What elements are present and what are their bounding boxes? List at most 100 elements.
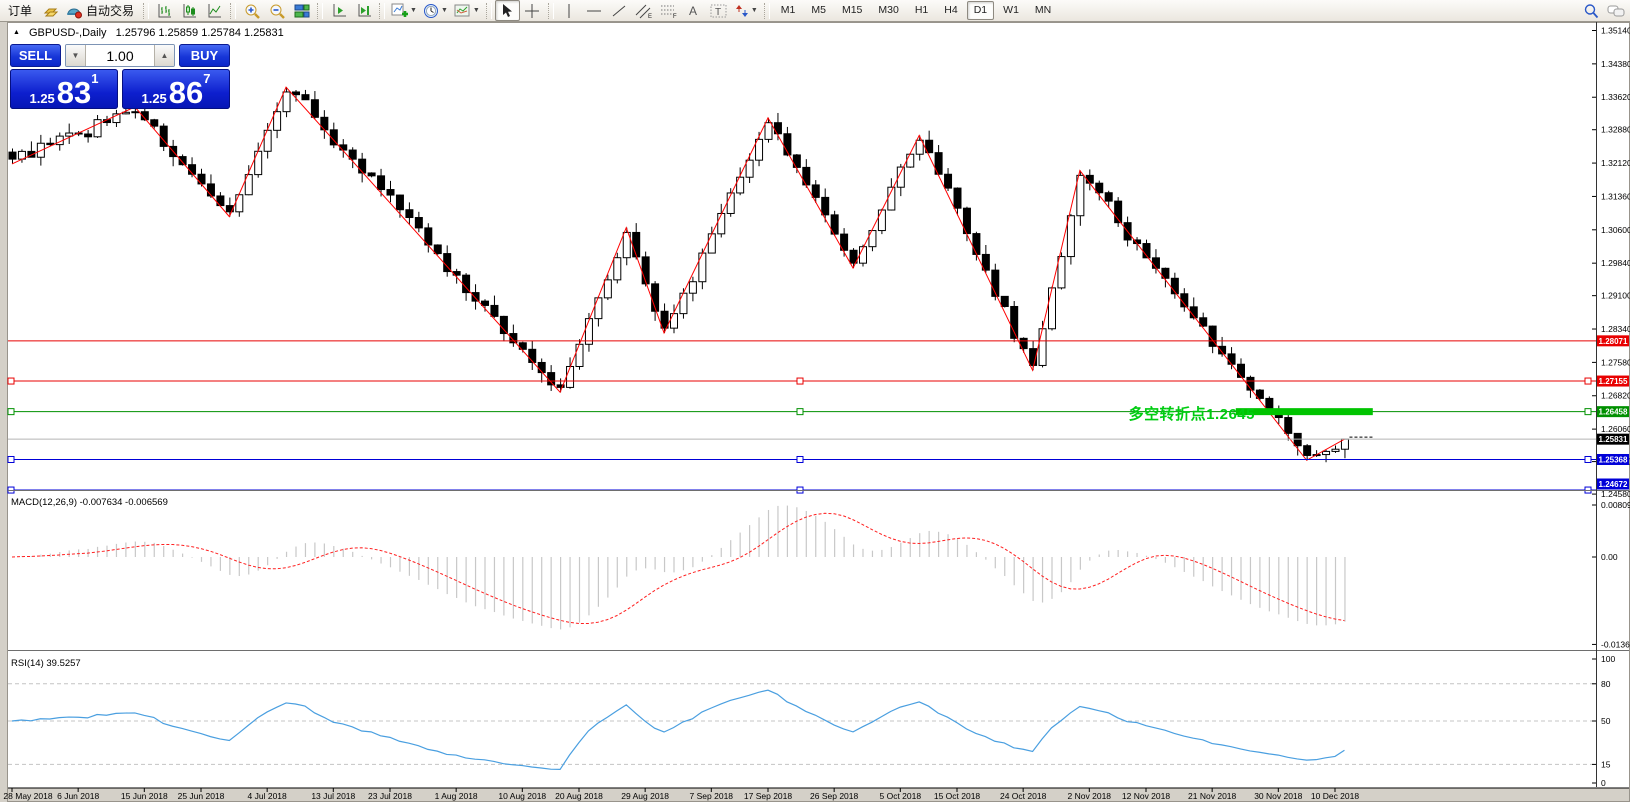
price-axis-label: 1.26820 [1601,391,1630,401]
line-handle[interactable] [8,409,14,415]
horizontal-line-button[interactable] [582,0,607,21]
timeframe-d1-button[interactable]: D1 [967,1,994,20]
new-order-button[interactable]: 订单 [2,0,38,21]
arrows-button[interactable]: ▼ [732,0,761,21]
price-tag-label: 1.28071 [1599,337,1628,346]
price-axis-label: 1.33620 [1601,92,1630,102]
timeframe-mn-button[interactable]: MN [1028,1,1058,20]
chart-canvas[interactable]: 1.351401.343801.336201.328801.321201.313… [0,22,1630,802]
timeframe-m1-button[interactable]: M1 [774,1,803,20]
chart-window: 1.351401.343801.336201.328801.321201.313… [0,22,1630,802]
chat-button[interactable] [1603,0,1628,21]
sell-price-sup: 1 [91,71,98,86]
candle [1304,446,1311,456]
line-chart-button[interactable] [202,0,227,21]
candlestick-chart-button[interactable] [177,0,202,21]
auto-scroll-button[interactable] [326,0,351,21]
chart-shift-button[interactable] [351,0,376,21]
rsi-label: RSI(14) 39.5257 [11,658,81,669]
crosshair-button[interactable] [520,0,545,21]
rsi-axis-label: 15 [1601,759,1611,769]
candle [293,92,300,95]
candle [491,305,498,316]
one-click-trading-panel: SELL ▼ 1.00 ▲ BUY 1.25831 1.25867 [10,44,230,109]
line-handle[interactable] [797,409,803,415]
line-handle[interactable] [8,456,14,462]
pivot-annotation[interactable]: 多空转折点1.2645 [1129,403,1255,424]
trendline-button[interactable] [607,0,632,21]
date-axis-label: 10 Aug 2018 [498,791,546,801]
arrows-icon [735,3,749,19]
line-handle[interactable] [797,456,803,462]
volume-increase-button[interactable]: ▲ [154,45,174,66]
candle [1105,193,1112,201]
candle [822,197,829,214]
line-handle[interactable] [1585,409,1591,415]
timeframe-h1-button[interactable]: H1 [908,1,935,20]
candle [321,117,328,130]
candle [359,159,366,173]
indicators-button[interactable]: ▼ [388,0,420,21]
cursor-icon [500,3,514,18]
zoom-out-button[interactable] [264,0,289,21]
candle [671,314,678,329]
market-watch-button[interactable] [38,0,63,21]
line-handle[interactable] [1585,456,1591,462]
equidistant-channel-button[interactable]: E [632,0,657,21]
sell-button[interactable]: SELL [10,44,61,67]
sell-price-display[interactable]: 1.25831 [10,69,118,109]
macd-axis-label: -0.0136 [1601,639,1630,649]
candle [47,143,54,144]
tile-windows-button[interactable] [289,0,314,21]
auto-trading-button[interactable]: 自动交易 [63,0,140,21]
fibonacci-button[interactable]: F [657,0,682,21]
bar-chart-button[interactable] [152,0,177,21]
toolbar-separator [317,3,323,19]
line-handle[interactable] [1585,378,1591,384]
candle [302,95,309,100]
text-button[interactable]: A [682,0,707,21]
timeframe-m30-button[interactable]: M30 [871,1,905,20]
candle [765,123,772,140]
crosshair-icon [524,3,540,19]
line-handle[interactable] [8,378,14,384]
candle [387,190,394,196]
toolbar-separator [379,3,385,19]
periods-button[interactable]: ▼ [420,0,451,21]
timeframe-h4-button[interactable]: H4 [937,1,964,20]
up-caret-icon: ▲ [161,51,169,60]
price-axis-label: 1.28340 [1601,324,1630,334]
price-tag-label: 1.25831 [1599,435,1628,444]
trendline-icon [611,3,627,19]
date-axis-label: 20 Aug 2018 [555,791,603,801]
auto-trading-icon [66,3,83,19]
toolbar-separator [143,3,149,19]
price-tag-label: 1.27155 [1599,377,1628,386]
text-label-button[interactable]: T [707,0,732,21]
pivot-highlight-bar[interactable] [1236,408,1373,415]
buy-price-display[interactable]: 1.25867 [122,69,230,109]
line-handle[interactable] [797,378,803,384]
indicators-icon [391,3,408,19]
volume-input[interactable]: 1.00 [86,45,154,66]
candle [283,92,290,112]
date-axis-label: 13 Jul 2018 [311,791,355,801]
buy-button[interactable]: BUY [179,44,230,67]
candle [907,154,914,167]
zoom-in-button[interactable] [239,0,264,21]
symbol-period-label: GBPUSD-,Daily [29,27,107,39]
templates-button[interactable]: ▼ [451,0,483,21]
date-axis-label: 15 Jun 2018 [121,791,168,801]
date-axis-label: 1 Aug 2018 [435,791,478,801]
toolbar-separator [548,3,554,19]
timeframe-m5-button[interactable]: M5 [804,1,833,20]
search-button[interactable] [1578,0,1603,21]
date-axis-label: 28 May 2018 [3,791,52,801]
cursor-button[interactable] [495,0,520,21]
toolbar-separator [486,3,492,19]
vertical-line-button[interactable] [557,0,582,21]
timeframe-m15-button[interactable]: M15 [835,1,869,20]
line-chart-icon [207,3,223,19]
volume-decrease-button[interactable]: ▼ [66,45,86,66]
timeframe-w1-button[interactable]: W1 [996,1,1026,20]
